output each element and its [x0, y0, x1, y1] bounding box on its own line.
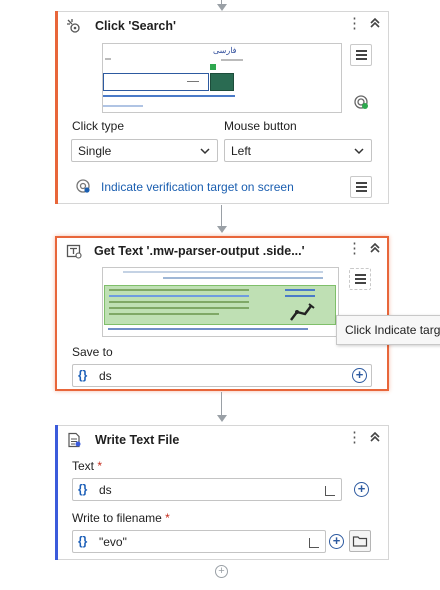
filename-input-value: "evo" — [99, 535, 127, 549]
thumb-line — [221, 59, 243, 61]
connector-arrow-top — [217, 4, 227, 11]
add-plus-icon[interactable]: + — [329, 534, 344, 549]
thumb-line — [109, 307, 249, 309]
folder-icon — [352, 536, 368, 547]
thumb-search-box — [103, 73, 209, 91]
get-text-activity-card[interactable]: Get Text '.mw-parser-output .side...' ⋮ … — [55, 236, 389, 391]
required-marker: * — [97, 459, 103, 473]
text-label: Text * — [72, 459, 102, 473]
thumb-line — [285, 295, 315, 297]
text-label-text: Text — [72, 459, 95, 473]
thumb-line — [285, 289, 315, 291]
thumb-line — [103, 105, 143, 107]
verification-target-icon — [76, 179, 90, 193]
save-to-value: ds — [99, 369, 112, 383]
add-plus-icon[interactable]: + — [352, 368, 367, 383]
target-indicator-icon[interactable] — [353, 94, 369, 110]
add-plus-icon[interactable]: + — [354, 482, 369, 497]
mouse-button-label: Mouse button — [224, 119, 297, 133]
thumb-line — [109, 301, 249, 303]
robot-arm-graphic — [290, 303, 315, 321]
thumb-line — [109, 295, 249, 297]
target-screenshot-thumbnail[interactable] — [102, 267, 339, 337]
click-type-select[interactable]: Single — [71, 139, 218, 162]
click-icon — [67, 19, 80, 33]
click-activity-header[interactable]: Click 'Search' ⋮ — [56, 12, 388, 40]
thumb-line — [109, 289, 249, 291]
thumbnail-text: فارسی — [213, 46, 237, 55]
connector-arrow-2 — [217, 415, 227, 422]
click-activity-title: Click 'Search' — [95, 19, 176, 33]
mouse-button-select[interactable]: Left — [224, 139, 372, 162]
click-type-value: Single — [78, 144, 112, 158]
more-options-icon[interactable]: ⋮ — [347, 241, 362, 256]
thumb-line — [109, 313, 219, 315]
save-to-field[interactable]: {} ds + — [72, 364, 372, 387]
add-activity-icon[interactable]: + — [215, 565, 228, 578]
thumb-green-dot — [210, 64, 216, 70]
thumb-line — [105, 58, 111, 60]
more-options-icon[interactable]: ⋮ — [347, 16, 362, 31]
write-text-file-card[interactable]: Write Text File ⋮ Text * {} ds + Write t… — [55, 425, 389, 560]
mouse-button-value: Left — [231, 144, 252, 158]
verification-menu-button[interactable] — [350, 176, 372, 198]
variable-icon: {} — [78, 482, 88, 496]
expand-editor-icon[interactable] — [309, 538, 319, 548]
target-menu-button[interactable] — [350, 44, 372, 66]
indicate-verification-link[interactable]: Indicate verification target on screen — [101, 180, 294, 194]
click-type-label: Click type — [72, 119, 125, 133]
filename-input-field[interactable]: {} "evo" — [72, 530, 326, 553]
text-input-value: ds — [99, 483, 112, 497]
get-text-activity-title: Get Text '.mw-parser-output .side...' — [94, 244, 305, 258]
thumb-line — [163, 277, 323, 279]
thumb-line — [103, 95, 235, 97]
thumb-highlight-region — [104, 285, 336, 325]
get-text-activity-header[interactable]: Get Text '.mw-parser-output .side...' ⋮ — [57, 238, 387, 266]
indicate-target-tooltip: Click Indicate targ — [336, 315, 440, 345]
filename-label-text: Write to filename — [72, 511, 162, 525]
target-screenshot-thumbnail[interactable]: فارسی — [102, 43, 342, 113]
thumb-line — [123, 271, 323, 273]
more-options-icon[interactable]: ⋮ — [347, 430, 362, 445]
save-to-label: Save to — [72, 345, 113, 359]
get-text-icon — [66, 244, 82, 259]
write-text-file-title: Write Text File — [95, 433, 180, 447]
variable-icon: {} — [78, 368, 88, 382]
click-activity-card[interactable]: Click 'Search' ⋮ فارسی Click type Mouse … — [55, 11, 389, 204]
write-text-file-header[interactable]: Write Text File ⋮ — [56, 426, 388, 454]
collapse-icon[interactable] — [368, 430, 382, 444]
text-input-field[interactable]: {} ds — [72, 478, 342, 501]
browse-folder-button[interactable] — [349, 530, 371, 552]
chevron-down-icon — [354, 148, 364, 155]
chevron-down-icon — [200, 148, 210, 155]
collapse-icon[interactable] — [368, 16, 382, 30]
required-marker: * — [165, 511, 170, 525]
collapse-icon[interactable] — [368, 241, 382, 255]
variable-icon: {} — [78, 534, 88, 548]
thumb-line — [108, 328, 308, 330]
thumb-line — [187, 81, 199, 82]
thumb-search-button — [210, 73, 234, 91]
document-icon — [68, 432, 81, 448]
filename-label: Write to filename * — [72, 511, 170, 525]
connector-arrow-1 — [217, 226, 227, 233]
expand-editor-icon[interactable] — [325, 486, 335, 496]
target-menu-button[interactable] — [349, 268, 371, 290]
